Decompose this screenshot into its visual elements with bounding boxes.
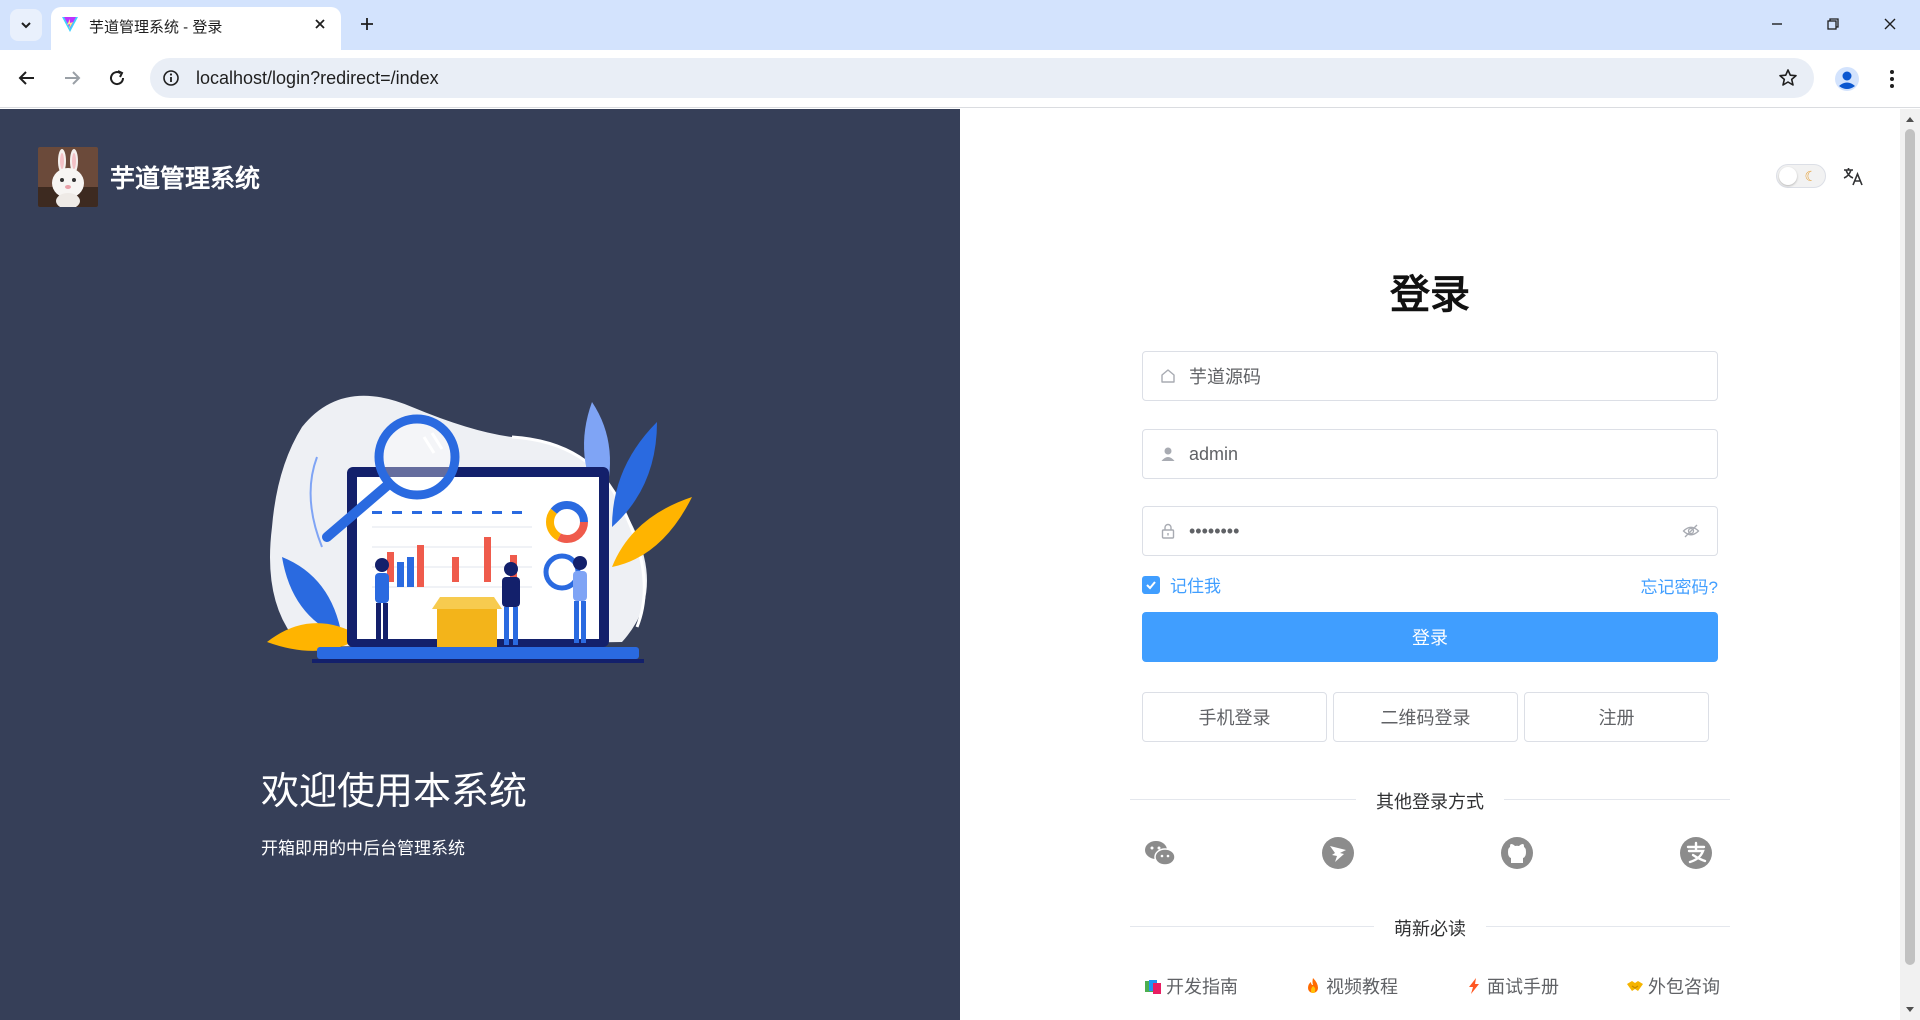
page-scrollbar[interactable]	[1900, 109, 1920, 1020]
dingtalk-icon[interactable]	[1320, 835, 1356, 871]
tenant-input[interactable]	[1189, 352, 1659, 400]
tenant-field[interactable]	[1142, 351, 1718, 401]
bookmark-star-icon[interactable]	[1776, 66, 1800, 90]
other-methods-label: 其他登录方式	[960, 788, 1900, 814]
chevron-down-icon	[21, 22, 31, 29]
remember-me-checkbox[interactable]: 记住我	[1142, 572, 1221, 597]
brand-title: 芋道管理系统	[110, 165, 261, 193]
book-icon	[1144, 977, 1162, 995]
login-submit-button[interactable]: 登录	[1142, 612, 1718, 662]
forward-arrow-icon[interactable]	[55, 61, 89, 95]
outsourcing-link[interactable]: 外包咨询	[1626, 973, 1720, 999]
browser-tabstrip: 芋道管理系统 - 登录	[0, 0, 1920, 50]
username-field[interactable]	[1142, 429, 1718, 479]
reload-icon[interactable]	[100, 61, 134, 95]
wechat-icon[interactable]	[1142, 835, 1178, 871]
kebab-menu-icon[interactable]	[1877, 63, 1907, 95]
register-button[interactable]: 注册	[1524, 692, 1709, 742]
user-icon	[1159, 445, 1177, 463]
rabbit-logo-icon	[38, 147, 98, 207]
browser-toolbar: localhost/login?redirect=/index	[0, 50, 1920, 108]
login-panel: ☾ 登录 记住我 忘记密码? 登录 手机登录	[960, 109, 1900, 1020]
site-info-icon[interactable]	[160, 67, 182, 89]
brand: 芋道管理系统	[38, 147, 260, 207]
lock-icon	[1159, 522, 1177, 540]
scroll-up-arrow-icon[interactable]	[1904, 113, 1916, 125]
close-tab-icon[interactable]	[309, 13, 331, 35]
address-bar[interactable]: localhost/login?redirect=/index	[150, 58, 1814, 98]
eye-hidden-icon[interactable]	[1681, 521, 1701, 541]
lightning-icon	[1465, 977, 1483, 995]
url-text: localhost/login?redirect=/index	[196, 68, 439, 88]
tab-search-button[interactable]	[10, 9, 42, 41]
username-input[interactable]	[1189, 430, 1659, 478]
tab-title: 芋道管理系统 - 登录	[89, 19, 223, 36]
github-icon[interactable]	[1499, 835, 1535, 871]
password-input[interactable]	[1189, 507, 1659, 555]
browser-tab-active[interactable]: 芋道管理系统 - 登录	[51, 7, 341, 50]
restore-icon[interactable]	[1813, 8, 1853, 40]
welcome-heading: 欢迎使用本系统	[261, 771, 528, 813]
dark-mode-toggle[interactable]: ☾	[1776, 164, 1826, 188]
handshake-icon	[1626, 977, 1644, 995]
welcome-subtitle: 开箱即用的中后台管理系统	[261, 839, 465, 858]
house-icon	[1159, 367, 1177, 385]
fire-icon	[1304, 977, 1322, 995]
alipay-icon[interactable]	[1678, 835, 1714, 871]
remember-me-label: 记住我	[1170, 577, 1221, 596]
toggle-knob	[1779, 167, 1797, 185]
checkmark-icon[interactable]	[1142, 575, 1160, 594]
scroll-down-arrow-icon[interactable]	[1904, 1004, 1916, 1016]
video-tutorial-link[interactable]: 视频教程	[1304, 973, 1398, 999]
profile-avatar-icon[interactable]	[1831, 63, 1863, 95]
interview-manual-link[interactable]: 面试手册	[1465, 973, 1559, 999]
dashboard-illustration	[267, 395, 692, 663]
password-field[interactable]	[1142, 506, 1718, 556]
left-hero-panel: 芋道管理系统 欢迎使用本系统 开箱即用的中后台管理系统	[0, 109, 960, 1020]
moon-icon: ☾	[1804, 168, 1817, 184]
qrcode-login-button[interactable]: 二维码登录	[1333, 692, 1518, 742]
language-translate-icon[interactable]	[1839, 162, 1867, 190]
dev-guide-link[interactable]: 开发指南	[1144, 973, 1238, 999]
minimize-icon[interactable]	[1757, 8, 1797, 40]
must-read-label: 萌新必读	[960, 915, 1900, 941]
vite-favicon-icon	[62, 17, 78, 32]
scroll-thumb[interactable]	[1905, 129, 1915, 965]
new-tab-plus-icon[interactable]	[352, 9, 382, 39]
phone-login-button[interactable]: 手机登录	[1142, 692, 1327, 742]
forgot-password-link[interactable]: 忘记密码?	[1641, 573, 1718, 598]
back-arrow-icon[interactable]	[10, 61, 44, 95]
close-window-icon[interactable]	[1870, 8, 1910, 40]
login-title: 登录	[1390, 273, 1470, 317]
